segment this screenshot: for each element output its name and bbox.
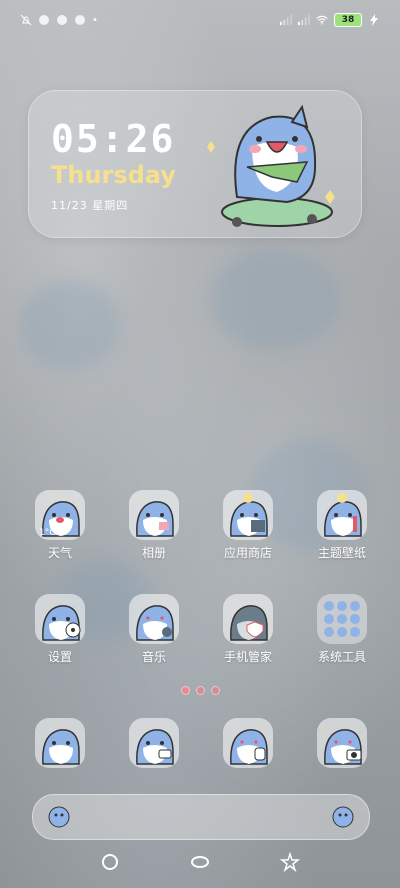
- clock-widget[interactable]: 05:26 Thursday 11/23 星期四: [28, 90, 362, 238]
- app-system-tools[interactable]: 系统工具: [302, 594, 382, 665]
- shark-notif-icon: [39, 15, 49, 25]
- battery-indicator: 38: [334, 13, 362, 27]
- shark-mascot-icon: [207, 104, 335, 227]
- app-store-icon: [223, 490, 273, 540]
- nav-recents-icon[interactable]: [100, 852, 120, 872]
- app-weather[interactable]: 1°C 天气: [20, 490, 100, 561]
- page-dot[interactable]: [180, 686, 190, 695]
- shark-search-icon: [48, 806, 70, 828]
- signal-2-icon: [298, 14, 310, 26]
- nav-home-icon[interactable]: [190, 852, 210, 872]
- app-label: 设置: [47, 650, 72, 664]
- clock-date: 11/23 星期四: [51, 199, 129, 212]
- phone-manager-icon: [223, 594, 273, 644]
- dot-icon: •: [92, 14, 98, 26]
- music-icon: [129, 594, 179, 644]
- dock-messages[interactable]: [114, 718, 194, 768]
- dock-camera[interactable]: [302, 718, 382, 768]
- charging-icon: [370, 14, 378, 26]
- page-dot[interactable]: [210, 686, 220, 695]
- app-phone-manager[interactable]: 手机管家: [208, 594, 288, 665]
- dock-browser[interactable]: [208, 718, 288, 768]
- theme-wallpaper-icon: [317, 490, 367, 540]
- weather-temp: 1°C: [39, 528, 56, 538]
- wifi-icon: [316, 15, 328, 25]
- browser-icon: [223, 718, 273, 768]
- app-theme-wallpaper[interactable]: 主题壁纸: [302, 490, 382, 561]
- notifications-muted-icon: [20, 14, 32, 26]
- app-label: 天气: [47, 546, 72, 560]
- phone-icon: [35, 718, 85, 768]
- shark-notif-icon: [75, 15, 85, 25]
- search-bar[interactable]: [32, 794, 370, 840]
- app-label: 应用商店: [223, 546, 272, 560]
- system-tools-folder-icon: [317, 594, 367, 644]
- messages-icon: [129, 718, 179, 768]
- shark-voice-icon[interactable]: [331, 805, 355, 829]
- clock-time: 05:26: [51, 117, 176, 161]
- app-settings[interactable]: 设置: [20, 594, 100, 665]
- status-bar: • 38: [0, 0, 400, 40]
- app-label: 主题壁纸: [317, 546, 366, 560]
- app-label: 系统工具: [317, 650, 366, 664]
- gallery-icon: [129, 490, 179, 540]
- camera-icon: [317, 718, 367, 768]
- page-indicator[interactable]: [0, 686, 400, 695]
- shark-notif-icon: [57, 15, 67, 25]
- weather-icon: 1°C: [35, 490, 85, 540]
- page-dot[interactable]: [195, 686, 205, 695]
- app-gallery[interactable]: 相册: [114, 490, 194, 561]
- status-right: 38: [280, 13, 380, 27]
- app-label: 手机管家: [223, 650, 272, 664]
- app-label: 相册: [141, 546, 166, 560]
- status-left: •: [20, 14, 98, 26]
- settings-icon: [35, 594, 85, 644]
- signal-1-icon: [280, 14, 292, 26]
- app-music[interactable]: 音乐: [114, 594, 194, 665]
- navigation-bar: [0, 852, 400, 876]
- nav-back-icon[interactable]: [280, 852, 300, 872]
- app-label: 音乐: [141, 650, 166, 664]
- clock-day: Thursday: [51, 161, 176, 189]
- app-app-store[interactable]: 应用商店: [208, 490, 288, 561]
- dock-phone[interactable]: [20, 718, 100, 768]
